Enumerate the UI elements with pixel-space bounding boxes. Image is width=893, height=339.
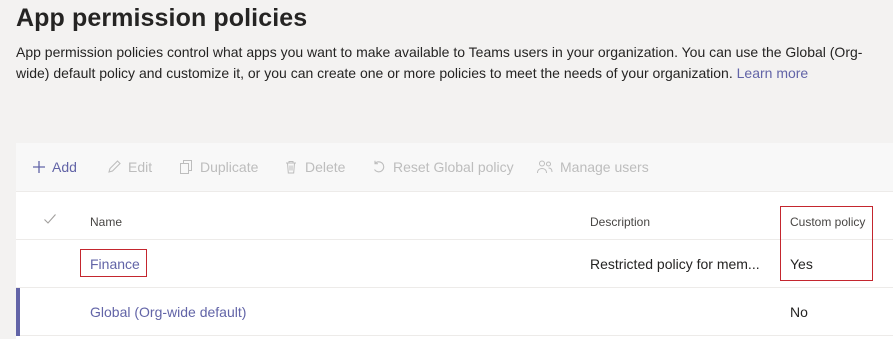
delete-label: Delete [305,159,346,175]
column-header-name[interactable]: Name [90,215,122,229]
learn-more-link[interactable]: Learn more [737,65,809,81]
table-header: Name Description Custom policy [16,191,893,240]
description-text: App permission policies control what app… [16,44,863,81]
manage-users-label: Manage users [560,159,649,175]
edit-label: Edit [128,159,153,175]
delete-button[interactable]: Delete [283,143,345,191]
reset-icon [374,160,385,173]
custom-policy-highlight-box [780,206,873,281]
select-all-check-icon[interactable] [43,213,57,225]
page-title: App permission policies [16,4,308,32]
table-row[interactable]: Finance Restricted policy for mem... Yes [16,240,893,288]
plus-icon [33,161,45,173]
duplicate-icon [180,160,192,174]
table-row[interactable]: Global (Org-wide default) No [16,288,893,336]
custom-policy-value: No [790,304,808,320]
duplicate-button[interactable]: Duplicate [178,143,258,191]
trash-icon [286,161,296,174]
page-description: App permission policies control what app… [16,42,866,84]
edit-button[interactable]: Edit [106,143,152,191]
reset-global-policy-button[interactable]: Reset Global policy [371,143,514,191]
policies-panel: Add Edit Duplicate Delete Reset Global p… [16,143,893,339]
add-label: Add [52,159,77,175]
users-icon [537,160,553,174]
duplicate-label: Duplicate [200,159,259,175]
row-selection-indicator [16,288,20,336]
manage-users-button[interactable]: Manage users [536,143,649,191]
pencil-icon [108,160,121,173]
toolbar: Add Edit Duplicate Delete Reset Global p… [16,143,893,192]
add-button[interactable]: Add [32,143,77,191]
reset-global-policy-label: Reset Global policy [393,159,514,175]
policy-name-link[interactable]: Global (Org-wide default) [90,304,246,320]
column-header-description[interactable]: Description [590,215,650,229]
policy-description: Restricted policy for mem... [590,256,760,272]
finance-highlight-box [80,249,147,277]
